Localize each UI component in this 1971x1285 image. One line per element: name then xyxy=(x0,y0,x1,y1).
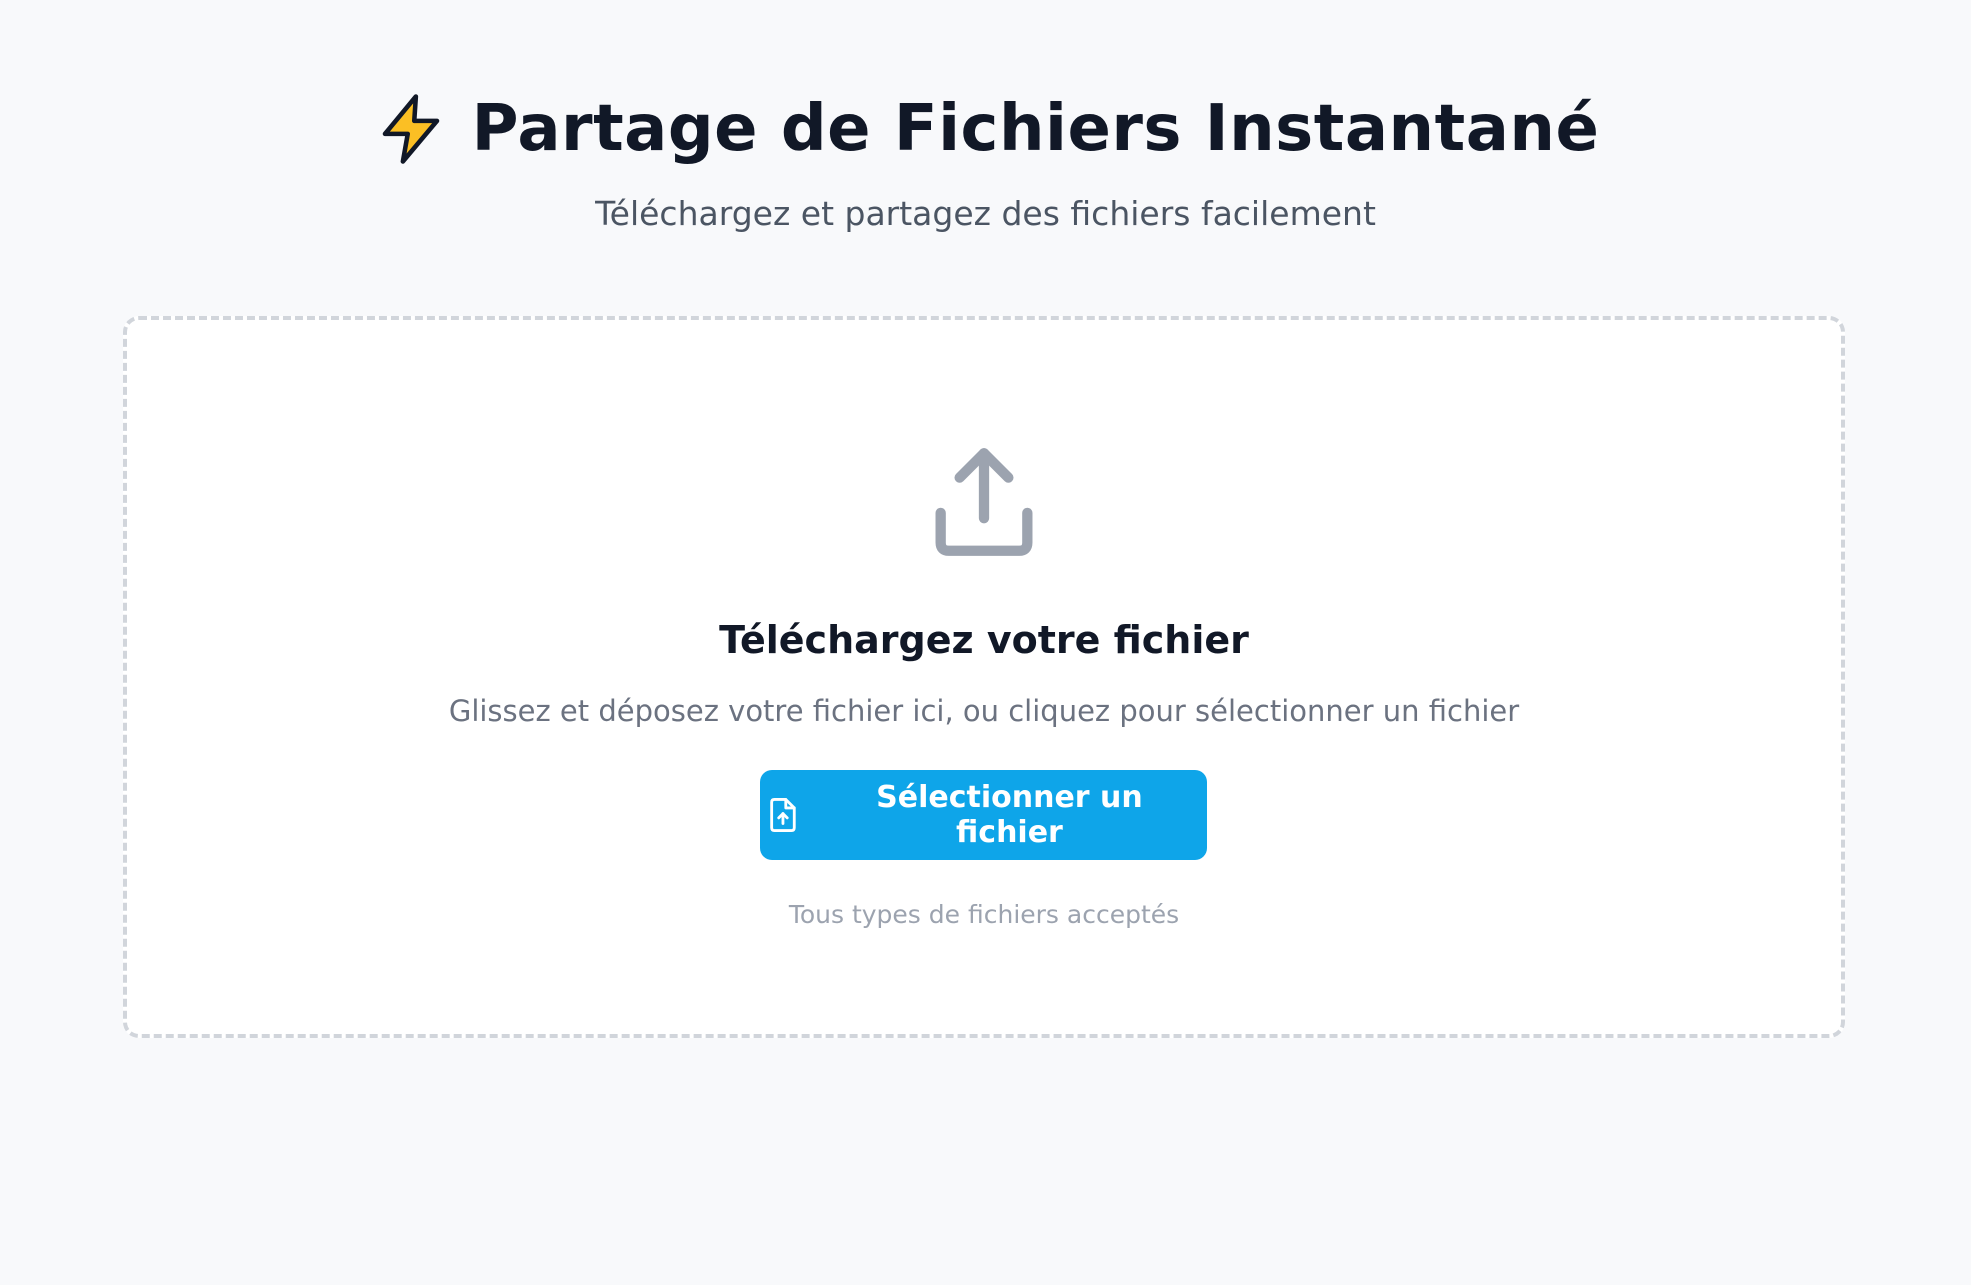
file-dropzone[interactable]: Téléchargez votre fichier Glissez et dép… xyxy=(123,316,1845,1038)
header: Partage de Fichiers Instantané Télécharg… xyxy=(0,90,1971,233)
page: Partage de Fichiers Instantané Télécharg… xyxy=(0,0,1971,1285)
select-file-button[interactable]: Sélectionner un fichier xyxy=(760,770,1207,860)
select-file-button-label: Sélectionner un fichier xyxy=(876,780,1143,850)
dropzone-title: Téléchargez votre fichier xyxy=(719,618,1249,662)
upload-icon xyxy=(935,448,1033,556)
file-upload-icon xyxy=(770,798,796,832)
page-title: Partage de Fichiers Instantané xyxy=(471,92,1600,166)
page-subtitle: Téléchargez et partagez des fichiers fac… xyxy=(595,194,1376,233)
accepted-types-hint: Tous types de fichiers acceptés xyxy=(788,900,1180,929)
dropzone-description: Glissez et déposez votre fichier ici, ou… xyxy=(448,694,1520,728)
title-row: Partage de Fichiers Instantané xyxy=(0,90,1971,168)
lightning-bolt-icon xyxy=(382,94,439,164)
